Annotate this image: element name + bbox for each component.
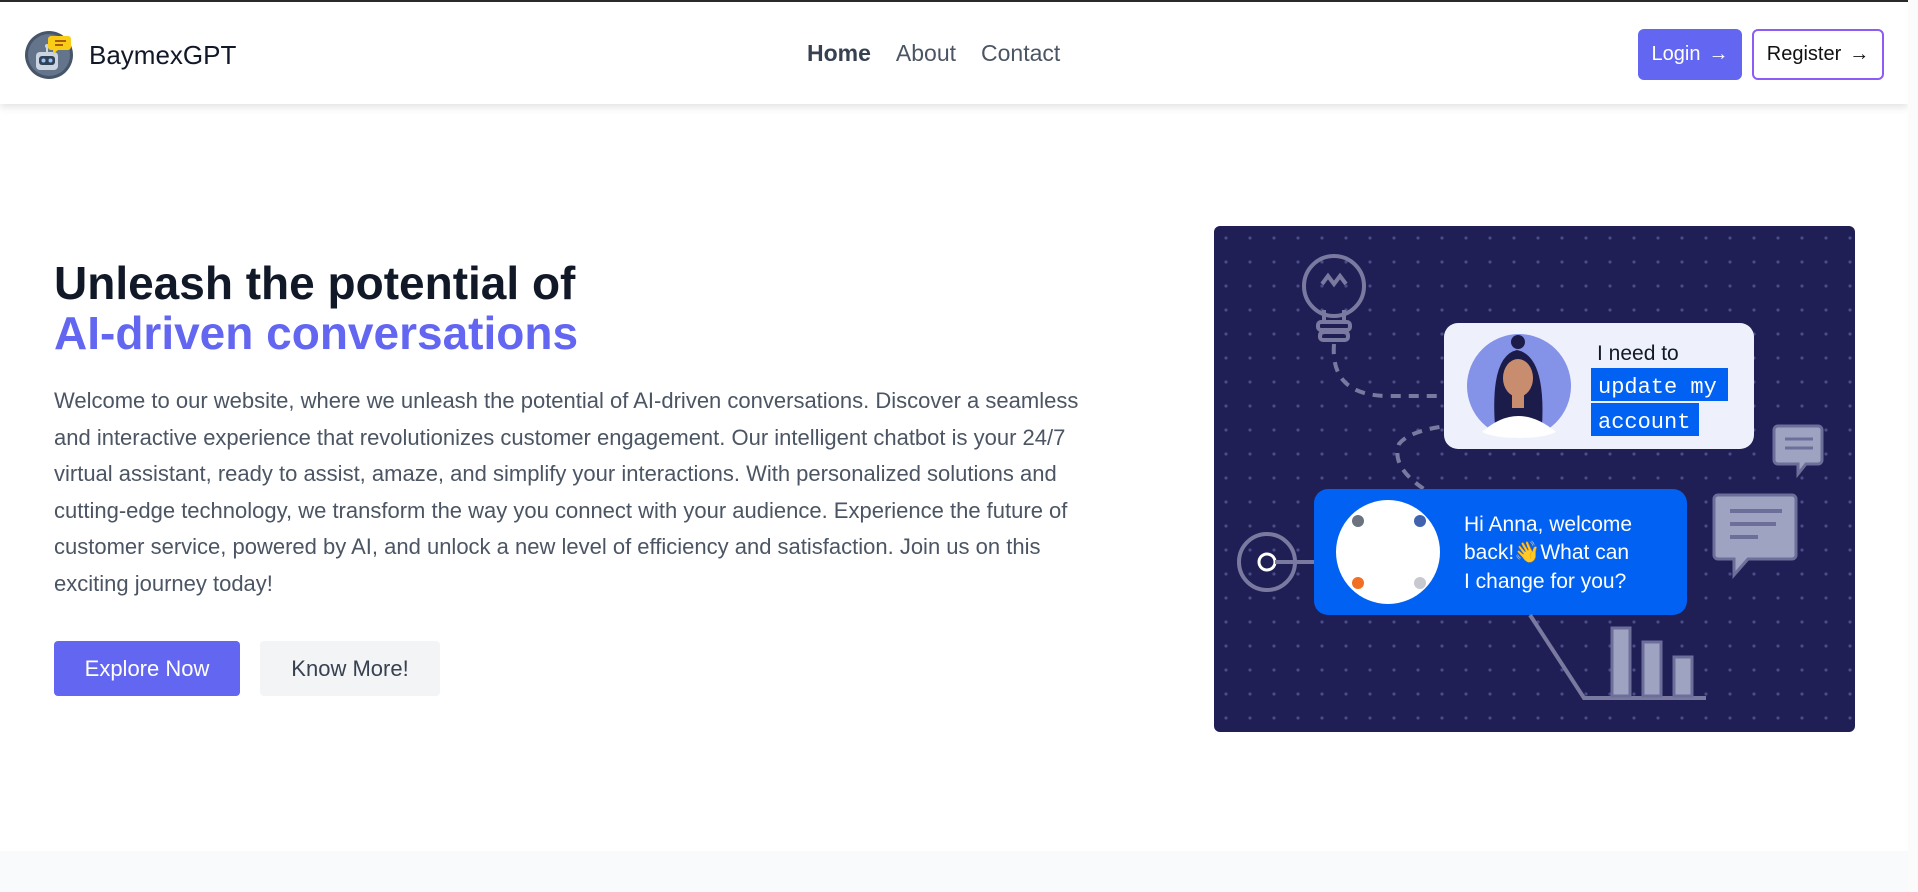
bot-avatar <box>1336 500 1440 604</box>
know-more-button[interactable]: Know More! <box>260 641 440 696</box>
bot-bubble-line-1: Hi Anna, welcome <box>1464 513 1632 536</box>
arrow-right-icon: → <box>1849 43 1870 65</box>
user-bubble-highlight-2: account <box>1598 410 1690 435</box>
main-nav: Home About Contact <box>807 40 1085 67</box>
hero-description: Welcome to our website, where we unleash… <box>54 388 1079 596</box>
hero-title-line-2: AI-driven conversations <box>54 307 579 359</box>
hero-title-line-1: Unleash the potential of <box>54 257 576 309</box>
arrow-right-icon: → <box>1708 43 1729 65</box>
avatar <box>1467 334 1571 438</box>
login-button[interactable]: Login → <box>1638 29 1742 80</box>
nav-link-about[interactable]: About <box>896 40 956 67</box>
navbar: BaymexGPT Home About Contact Login → Reg… <box>0 2 1908 104</box>
hero-title: Unleash the potential of AI-driven conve… <box>54 258 578 358</box>
nav-link-contact[interactable]: Contact <box>981 40 1060 67</box>
login-label: Login <box>1651 43 1701 65</box>
bot-bubble-line-2: back!👋What can <box>1464 540 1629 565</box>
brand-name: BaymexGPT <box>89 39 237 70</box>
chatbot-illustration: I need to update my account Hi Anna, wel… <box>1214 226 1855 732</box>
user-bubble-line-1: I need to <box>1597 342 1679 365</box>
register-button[interactable]: Register → <box>1752 29 1884 80</box>
bot-bubble-line-3: I change for you? <box>1464 570 1626 593</box>
register-label: Register <box>1766 43 1842 65</box>
scrollbar[interactable] <box>1908 0 1918 892</box>
brand[interactable]: BaymexGPT <box>24 29 236 81</box>
nav-link-home[interactable]: Home <box>807 40 871 67</box>
robot-chat-logo-icon <box>25 31 73 79</box>
next-section-strip <box>0 851 1908 892</box>
user-bubble-highlight-1: update my <box>1598 375 1717 400</box>
explore-now-button[interactable]: Explore Now <box>54 641 240 696</box>
